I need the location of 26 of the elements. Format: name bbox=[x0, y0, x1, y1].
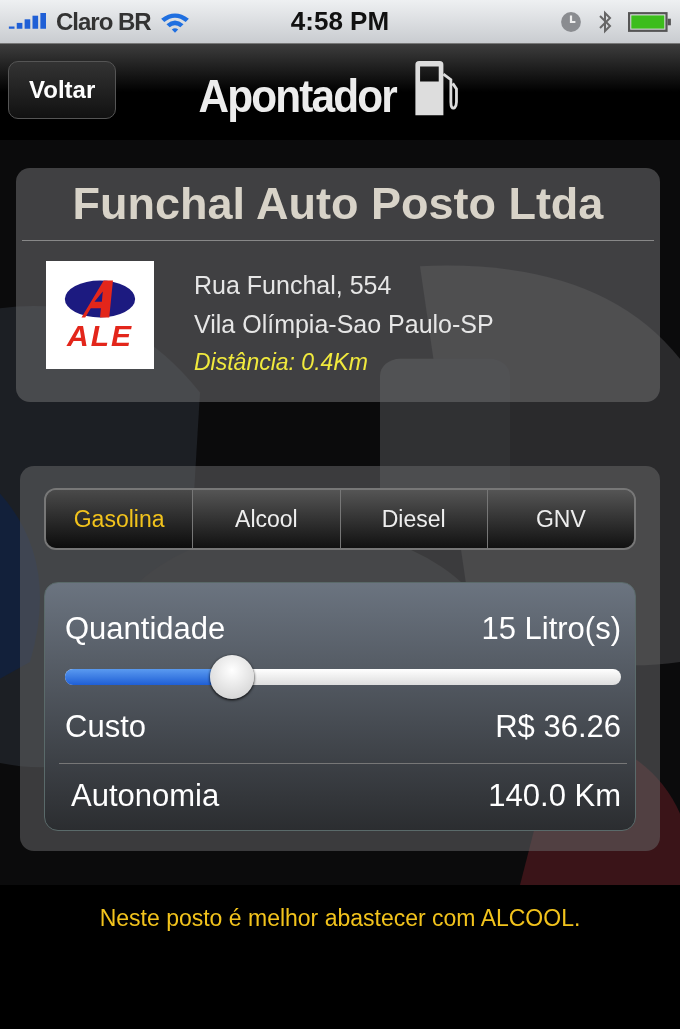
fuel-tab[interactable]: Gasolina bbox=[46, 490, 193, 548]
street-address: Rua Funchal, 554 bbox=[194, 271, 393, 300]
clock-time: 4:58 PM bbox=[290, 6, 390, 37]
brand-name: ALE bbox=[67, 320, 133, 352]
cost-label: Custo bbox=[65, 709, 146, 745]
cost-value: R$ 36.26 bbox=[495, 709, 621, 745]
app-logo-text: Apontador bbox=[198, 69, 397, 123]
recommendation-text: Neste posto é melhor abastecer com ALCOOL. bbox=[99, 905, 581, 931]
battery-icon bbox=[628, 10, 672, 33]
fuel-tab[interactable]: Alcool bbox=[192, 490, 340, 548]
signal-icon bbox=[8, 12, 48, 31]
district-text: Vila Olímpia-Sao Paulo-SP bbox=[194, 310, 494, 339]
clock-icon bbox=[560, 9, 582, 34]
slider-thumb[interactable] bbox=[209, 655, 254, 699]
distance-text: Distância: 0.4Km bbox=[194, 349, 369, 376]
range-value: 140.0 Km bbox=[488, 778, 621, 814]
quantity-value: 15 Litro(s) bbox=[481, 611, 621, 647]
fuel-tab[interactable]: GNV bbox=[486, 490, 634, 548]
carrier-name: Claro BR bbox=[56, 7, 151, 36]
quantity-slider[interactable] bbox=[65, 655, 621, 699]
back-button[interactable]: Voltar bbox=[8, 61, 117, 119]
range-label: Autonomia bbox=[70, 778, 220, 814]
quantity-label: Quantidade bbox=[65, 611, 226, 647]
fuel-tab[interactable]: Diesel bbox=[339, 490, 487, 548]
station-name: Funchal Auto Posto Ltda bbox=[22, 178, 654, 241]
brand-emblem-icon bbox=[63, 278, 137, 320]
